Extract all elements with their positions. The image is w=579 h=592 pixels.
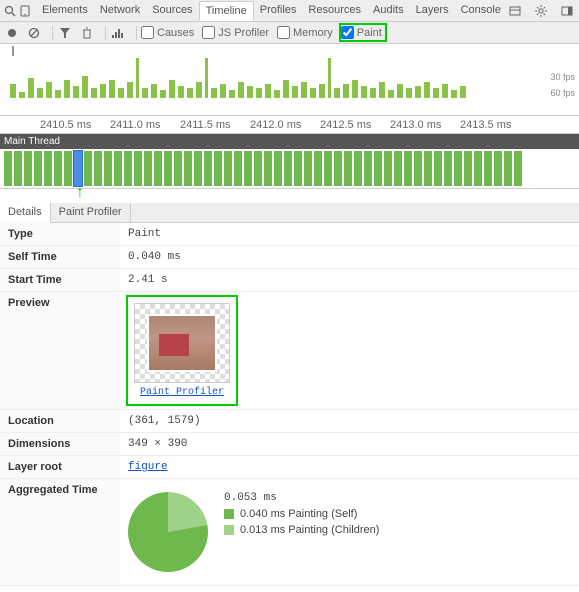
causes-label: Causes <box>157 27 194 39</box>
dimensions-label: Dimensions <box>0 433 120 456</box>
gear-icon[interactable] <box>533 3 549 19</box>
details-panel: Type Paint Self Time 0.040 ms Start Time… <box>0 223 579 586</box>
starttime-value: 2.41 s <box>120 269 579 292</box>
separator <box>52 26 53 40</box>
location-label: Location <box>0 410 120 433</box>
agg-children-text: 0.013 ms Painting (Children) <box>240 524 379 536</box>
location-value: (361, 1579) <box>120 410 579 433</box>
details-tabs: Details Paint Profiler <box>0 203 579 223</box>
preview-highlight: Paint Profiler <box>128 297 236 404</box>
memory-checkbox[interactable]: Memory <box>277 26 333 39</box>
drawer-icon[interactable] <box>507 3 523 19</box>
search-icon[interactable] <box>4 3 16 19</box>
panel-tabs: Elements Network Sources Timeline Profil… <box>36 1 507 20</box>
preview-thumbnail <box>134 303 230 383</box>
garbage-button[interactable] <box>79 25 95 41</box>
agg-self-text: 0.040 ms Painting (Self) <box>240 508 357 520</box>
devtools-topbar: Elements Network Sources Timeline Profil… <box>0 0 579 22</box>
ruler-tick: 2412.0 ms <box>250 119 320 131</box>
tab-sources[interactable]: Sources <box>146 1 198 20</box>
selftime-label: Self Time <box>0 246 120 269</box>
paint-checkbox[interactable]: Paint <box>341 25 385 40</box>
dimensions-value: 349 × 390 <box>120 433 579 456</box>
main-thread-header: Main Thread <box>0 134 579 149</box>
ruler-tick: 2410.5 ms <box>40 119 110 131</box>
overview-bars <box>0 58 579 98</box>
swatch-self <box>224 509 234 519</box>
overview-chart[interactable]: 30 fps 60 fps <box>0 44 579 116</box>
tab-network[interactable]: Network <box>94 1 146 20</box>
time-ruler: 2410.5 ms 2411.0 ms 2411.5 ms 2412.0 ms … <box>0 116 579 134</box>
tab-paint-profiler[interactable]: Paint Profiler <box>51 203 131 222</box>
jsprofiler-checkbox[interactable]: JS Profiler <box>202 26 269 39</box>
view-mode-button[interactable] <box>110 25 126 41</box>
tab-layers[interactable]: Layers <box>410 1 455 20</box>
ruler-tick: 2412.5 ms <box>320 119 390 131</box>
tab-resources[interactable]: Resources <box>302 1 367 20</box>
selected-event[interactable] <box>74 151 82 186</box>
ruler-tick: 2413.0 ms <box>390 119 460 131</box>
preview-label: Preview <box>0 292 120 410</box>
preview-image <box>147 314 217 372</box>
tab-elements[interactable]: Elements <box>36 1 94 20</box>
tab-console[interactable]: Console <box>455 1 507 20</box>
memory-label: Memory <box>293 27 333 39</box>
preview-cell: Paint Profiler <box>120 292 579 410</box>
selftime-value: 0.040 ms <box>120 246 579 269</box>
ruler-tick: 2413.5 ms <box>460 119 530 131</box>
separator <box>105 26 106 40</box>
aggregated-pie-chart <box>128 492 208 572</box>
starttime-label: Start Time <box>0 269 120 292</box>
swatch-children <box>224 525 234 535</box>
paint-profiler-link[interactable]: Paint Profiler <box>134 387 230 398</box>
marker <box>12 46 14 56</box>
type-value: Paint <box>120 223 579 246</box>
timeline-toolbar: Causes JS Profiler Memory Paint <box>0 22 579 44</box>
agg-total: 0.053 ms <box>224 492 379 504</box>
agg-self: 0.040 ms Painting (Self) <box>224 508 379 520</box>
dock-icon[interactable] <box>559 3 575 19</box>
aggtime-cell: 0.053 ms 0.040 ms Painting (Self) 0.013 … <box>120 479 579 586</box>
jsprofiler-label: JS Profiler <box>218 27 269 39</box>
tab-timeline[interactable]: Timeline <box>199 1 254 21</box>
record-button[interactable] <box>4 25 20 41</box>
aggtime-label: Aggregated Time <box>0 479 120 586</box>
layerroot-label: Layer root <box>0 456 120 479</box>
type-label: Type <box>0 223 120 246</box>
causes-checkbox[interactable]: Causes <box>141 26 194 39</box>
device-icon[interactable] <box>20 3 30 19</box>
agg-children: 0.013 ms Painting (Children) <box>224 524 379 536</box>
ruler-tick: 2411.5 ms <box>180 119 250 131</box>
paint-label: Paint <box>357 27 382 39</box>
main-thread-track[interactable]: ↑ <box>0 149 579 189</box>
clear-button[interactable] <box>26 25 42 41</box>
tab-profiles[interactable]: Profiles <box>254 1 303 20</box>
arrow-up-icon: ↑ <box>76 184 84 202</box>
separator <box>136 26 137 40</box>
tab-audits[interactable]: Audits <box>367 1 410 20</box>
ruler-tick: 2411.0 ms <box>110 119 180 131</box>
tab-details[interactable]: Details <box>0 203 51 223</box>
layerroot-value[interactable]: figure <box>120 456 579 479</box>
filter-button[interactable] <box>57 25 73 41</box>
